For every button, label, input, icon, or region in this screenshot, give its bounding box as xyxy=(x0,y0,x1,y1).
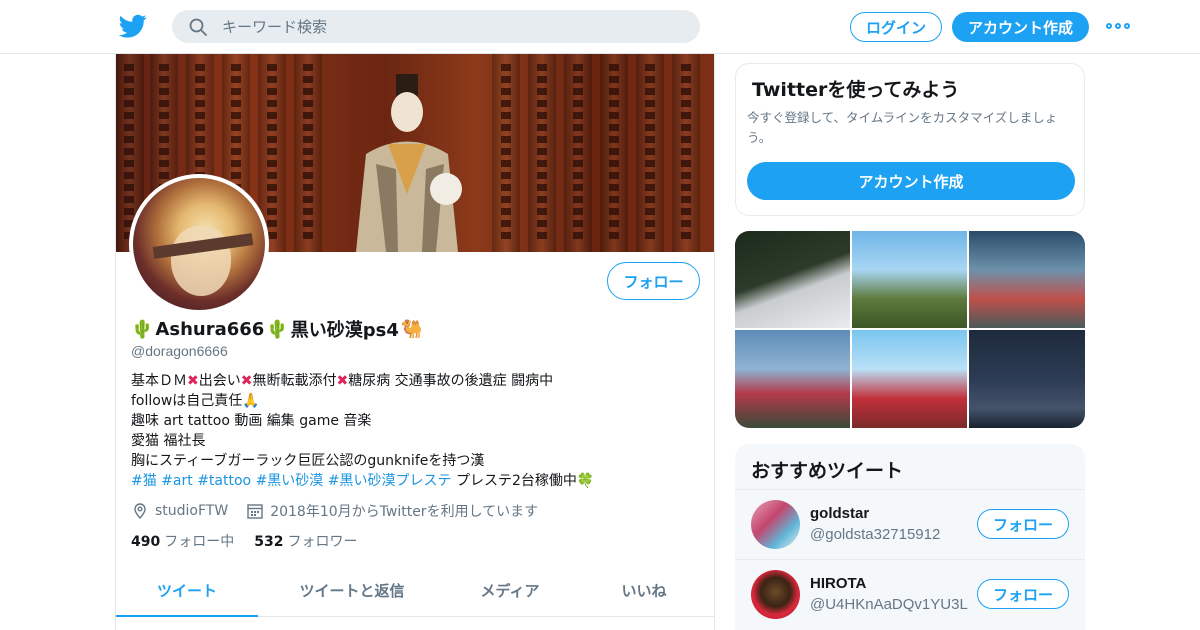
bio-text: プレステ2台稼働中 xyxy=(455,473,577,489)
recommended-user: HIROTA @U4HKnAaDQv1YU3L フォロー xyxy=(735,559,1085,629)
media-grid xyxy=(735,231,1085,428)
avatar[interactable] xyxy=(751,500,800,549)
recommended-user-handle: @U4HKnAaDQv1YU3L xyxy=(810,596,968,613)
avatar[interactable] xyxy=(129,174,269,314)
hashtag-link[interactable]: #黒い砂漠プレステ xyxy=(328,473,452,489)
top-bar: ログイン アカウント作成 xyxy=(0,0,1200,54)
media-thumbnail[interactable] xyxy=(852,231,967,328)
display-name-text: Ashura666 xyxy=(155,318,265,340)
media-thumbnail[interactable] xyxy=(969,231,1085,328)
media-thumbnail[interactable] xyxy=(735,330,850,428)
joined-date: 2018年10月からTwitterを利用しています xyxy=(270,504,539,520)
recommended-user-name[interactable]: HIROTA xyxy=(810,575,866,592)
hashtag-link[interactable]: #猫 xyxy=(131,473,157,489)
cactus-icon: 🌵 xyxy=(131,318,154,340)
signup-card-title: Twitterを使ってみよう xyxy=(752,79,960,101)
profile-tabs: ツイート ツイートと返信 メディア いいね xyxy=(116,564,714,617)
display-name-text-2: 黒い砂漠ps4 xyxy=(290,320,399,341)
cross-icon: ✖ xyxy=(187,373,199,389)
follow-button[interactable]: フォロー xyxy=(977,509,1069,539)
media-thumbnail[interactable] xyxy=(852,330,967,428)
login-button[interactable]: ログイン xyxy=(850,12,942,42)
follow-counts: 490 フォロー中 532 フォロワー xyxy=(131,531,357,551)
twitter-bird-icon[interactable] xyxy=(119,12,147,40)
cactus-icon: 🌵 xyxy=(266,318,289,340)
card-signup-button[interactable]: アカウント作成 xyxy=(747,162,1075,200)
handle[interactable]: @doragon6666 xyxy=(131,343,228,359)
search-icon xyxy=(189,18,207,36)
follow-button[interactable]: フォロー xyxy=(607,262,700,300)
display-name: 🌵 Ashura666 🌵 黒い砂漠ps4 🐫 xyxy=(131,316,423,342)
bio-text: 出会い xyxy=(198,373,241,389)
media-thumbnail[interactable] xyxy=(735,231,850,328)
search-box[interactable] xyxy=(172,10,700,43)
hashtag-link[interactable]: #tattoo xyxy=(197,473,251,489)
tab-likes[interactable]: いいね xyxy=(574,564,714,616)
profile-column: フォロー 🌵 Ashura666 🌵 黒い砂漠ps4 🐫 @doragon666… xyxy=(115,54,715,630)
more-icon[interactable] xyxy=(1106,18,1130,34)
bio-text: 趣味 art tattoo 動画 編集 game 音楽 xyxy=(131,413,372,429)
media-thumbnail[interactable] xyxy=(969,330,1085,428)
profile-meta: studioFTW 2018年10月からTwitterを利用しています xyxy=(131,501,538,521)
following-link[interactable]: 490 フォロー中 xyxy=(131,531,234,551)
bio-text: 愛猫 福社長 xyxy=(131,433,206,449)
avatar[interactable] xyxy=(751,570,800,619)
recommended-user-name[interactable]: goldstar xyxy=(810,505,869,522)
camel-icon: 🐫 xyxy=(400,318,424,340)
location-text: studioFTW xyxy=(155,503,229,519)
bio-text: 糖尿病 交通事故の後遺症 闘病中 xyxy=(348,373,554,389)
samurai-figure-image xyxy=(356,74,462,252)
signup-card: Twitterを使ってみよう 今すぐ登録して、タイムラインをカスタマイズしましょ… xyxy=(735,63,1085,216)
tab-tweets[interactable]: ツイート xyxy=(116,564,258,617)
cross-icon: ✖ xyxy=(336,373,349,389)
recommended-user-handle: @goldsta32715912 xyxy=(810,526,941,543)
pray-hands-icon: 🙏 xyxy=(242,393,260,409)
hashtag-link[interactable]: #art xyxy=(161,473,193,489)
cross-icon: ✖ xyxy=(240,373,253,389)
recommended-user: goldstar @goldsta32715912 フォロー xyxy=(735,489,1085,559)
signup-button[interactable]: アカウント作成 xyxy=(952,12,1089,42)
calendar-icon xyxy=(247,504,263,519)
bio-text: 無断転載添付 xyxy=(252,373,337,389)
bio: 基本ＤＭ✖出会い✖無断転載添付✖糖尿病 交通事故の後遺症 闘病中 followは… xyxy=(131,371,701,491)
hashtag-link[interactable]: #黒い砂漠 xyxy=(256,473,324,489)
bio-text: 胸にスティーブガーラック巨匠公認のgunknifeを持つ漢 xyxy=(131,453,485,469)
signup-card-description: 今すぐ登録して、タイムラインをカスタマイズしましょう。 xyxy=(747,110,1058,145)
followers-link[interactable]: 532 フォロワー xyxy=(254,531,357,551)
clover-icon: 🍀 xyxy=(576,473,595,489)
follow-button[interactable]: フォロー xyxy=(977,579,1069,609)
search-input[interactable] xyxy=(222,10,682,43)
recommended-title: おすすめツイート xyxy=(751,460,904,482)
recommended-tweets: おすすめツイート goldstar @goldsta32715912 フォロー … xyxy=(735,444,1085,630)
bio-text: followは自己責任 xyxy=(131,393,243,409)
tab-tweets-and-replies[interactable]: ツイートと返信 xyxy=(258,564,446,616)
bio-text: 基本ＤＭ xyxy=(131,373,187,389)
location-icon xyxy=(134,503,146,520)
tab-media[interactable]: メディア xyxy=(446,564,574,616)
